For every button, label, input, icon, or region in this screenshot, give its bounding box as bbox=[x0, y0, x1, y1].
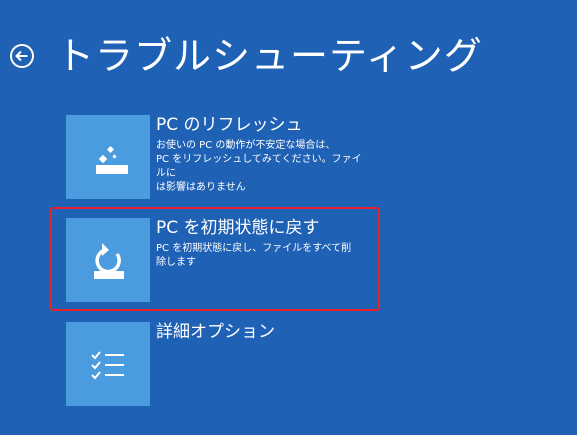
option-refresh-pc-text: PC のリフレッシュ お使いの PC の動作が不安定な場合は、 PC をリフレッ… bbox=[156, 115, 366, 195]
option-title: PC のリフレッシュ bbox=[156, 115, 303, 135]
refresh-sparkle-icon bbox=[96, 145, 128, 174]
option-refresh-pc[interactable]: PC のリフレッシュ お使いの PC の動作が不安定な場合は、 PC をリフレッ… bbox=[66, 115, 366, 199]
checklist-icon bbox=[91, 351, 124, 380]
reset-pc-tile bbox=[66, 218, 150, 302]
option-title: 詳細オプション bbox=[156, 322, 275, 342]
reset-icon bbox=[94, 243, 124, 279]
option-advanced-options[interactable]: 詳細オプション bbox=[66, 322, 366, 406]
advanced-options-tile bbox=[66, 322, 150, 406]
refresh-pc-tile bbox=[66, 115, 150, 199]
option-description: お使いの PC の動作が不安定な場合は、 PC をリフレッシュしてみてください。… bbox=[156, 140, 362, 193]
option-reset-pc[interactable]: PC を初期状態に戻す PC を初期状態に戻し、ファイルをすべて削 除します bbox=[66, 218, 366, 302]
page-title: トラブルシューティング bbox=[56, 34, 483, 78]
back-arrow-icon bbox=[10, 44, 34, 68]
back-button[interactable] bbox=[8, 42, 36, 70]
header: トラブルシューティング bbox=[8, 28, 483, 84]
option-reset-pc-text: PC を初期状態に戻す PC を初期状態に戻し、ファイルをすべて削 除します bbox=[156, 218, 366, 270]
option-description: PC を初期状態に戻し、ファイルをすべて削 除します bbox=[156, 243, 352, 268]
option-advanced-options-text: 詳細オプション bbox=[156, 322, 366, 342]
option-title: PC を初期状態に戻す bbox=[156, 218, 320, 238]
